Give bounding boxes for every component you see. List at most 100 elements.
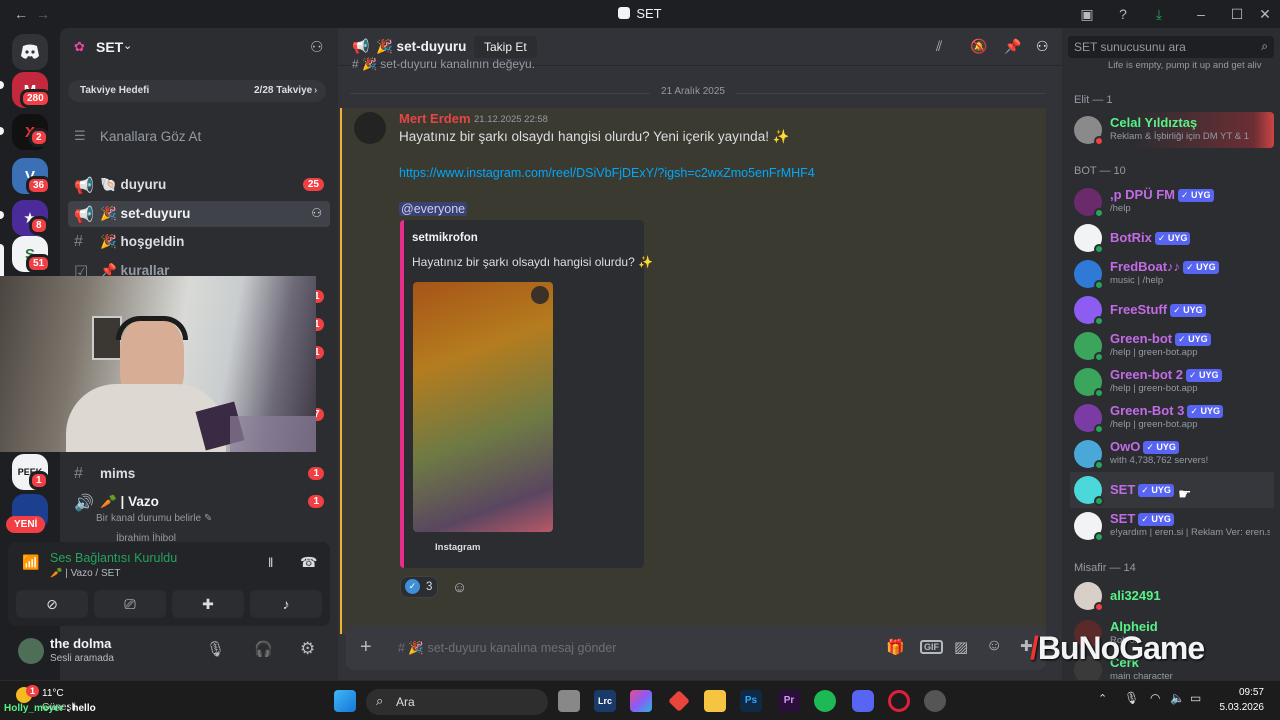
- lightroom-icon[interactable]: Lrc: [594, 690, 616, 712]
- headphones-icon[interactable]: 🎧: [254, 640, 273, 658]
- photoshop-icon[interactable]: Ps: [740, 690, 762, 712]
- new-unreads-pill[interactable]: YENİ: [6, 516, 46, 533]
- signal-icon[interactable]: 📶: [22, 554, 39, 571]
- message-link[interactable]: https://www.instagram.com/reel/DSiVbFjDE…: [399, 166, 815, 180]
- avatar[interactable]: [354, 112, 386, 144]
- anydesk-icon[interactable]: [668, 690, 690, 712]
- add-reaction-icon[interactable]: ☺: [452, 579, 467, 596]
- home-discord-icon[interactable]: [12, 34, 48, 70]
- spotify-icon[interactable]: [814, 690, 836, 712]
- server-search[interactable]: SET sunucusunu ara ⌕: [1068, 36, 1274, 58]
- pencil-icon[interactable]: ✎: [204, 513, 212, 524]
- opera-icon[interactable]: [888, 690, 910, 712]
- reaction-pill[interactable]: ✓ 3: [400, 576, 438, 598]
- status-dot: [1094, 424, 1104, 434]
- download-icon[interactable]: ⤓: [1150, 5, 1168, 23]
- settings-gear-icon[interactable]: ⚙: [300, 639, 315, 659]
- bot-member-item[interactable]: SET ✓ UYG e!yardım | eren.si | Reklam Ver:…: [1070, 508, 1274, 544]
- disconnect-icon[interactable]: ☎: [300, 554, 317, 571]
- embed-provider[interactable]: setmikrofon: [412, 232, 478, 244]
- play-icon[interactable]: [531, 286, 549, 304]
- bot-member-item[interactable]: FreeStuff ✓ UYG: [1070, 292, 1274, 328]
- voice-status-placeholder[interactable]: Bir kanal durumu belirle: [96, 513, 201, 524]
- app-icon[interactable]: [924, 690, 946, 712]
- bot-member-item[interactable]: Green-Bot 3 ✓ UYG/help | green-bot.app: [1070, 400, 1274, 436]
- wifi-icon[interactable]: ◠: [1150, 691, 1160, 705]
- invite-user-icon[interactable]: ⚇: [310, 38, 323, 56]
- activities-button[interactable]: ✚: [172, 590, 244, 618]
- volume-icon[interactable]: 🔈: [1170, 691, 1185, 705]
- speaker-icon: 🔊: [74, 495, 94, 512]
- copilot-icon[interactable]: [630, 690, 652, 712]
- threads-icon[interactable]: ⫽: [936, 38, 942, 55]
- member-item[interactable]: Celal Yıldıztaş Reklam & İşbirliği için …: [1070, 112, 1274, 148]
- close-icon[interactable]: ✕: [1256, 5, 1274, 23]
- noise-suppression-icon[interactable]: ‖: [268, 555, 273, 570]
- server-header[interactable]: ✿ SET ⌄ ⚇: [60, 28, 338, 66]
- soundboard-button[interactable]: ♪: [250, 590, 322, 618]
- screen-share-button[interactable]: ⎚: [94, 590, 166, 618]
- bot-member-item[interactable]: Green-bot ✓ UYG/help | green-bot.app: [1070, 328, 1274, 364]
- bot-member-item[interactable]: ,p DPÜ FM ✓ UYG/help: [1070, 184, 1274, 220]
- channel-hosgeldin[interactable]: # 🎉 hoşgeldin: [68, 229, 330, 255]
- voice-channel-vazo[interactable]: 🔊 🥕 | Vazo 1: [68, 489, 330, 515]
- premiere-icon[interactable]: Pr: [778, 690, 800, 712]
- camera-off-button[interactable]: ⊘: [16, 590, 88, 618]
- member-name: OwO ✓ UYG: [1110, 439, 1179, 454]
- bot-member-item[interactable]: OwO ✓ UYG with 4,738,762 servers!: [1070, 436, 1274, 472]
- channel-mims[interactable]: # mims 1: [68, 461, 330, 487]
- member-activity: e!yardım | eren.si | Reklam Ver: eren.s: [1110, 527, 1270, 538]
- battery-icon[interactable]: ▭: [1190, 691, 1201, 705]
- message-composer[interactable]: + # 🎉 set-duyuru kanalına mesaj gönder 🎁…: [346, 626, 1046, 670]
- bot-member-item[interactable]: BotRix ✓ UYG: [1070, 220, 1274, 256]
- pin-icon[interactable]: 📌: [1004, 38, 1021, 55]
- chevron-down-icon: ⌄: [123, 40, 133, 52]
- taskbar-search[interactable]: ⌕ Ara: [366, 689, 548, 715]
- avatar[interactable]: [18, 638, 44, 664]
- task-view-icon[interactable]: [558, 690, 580, 712]
- mention-badge: 1: [308, 495, 324, 508]
- invite-user-icon[interactable]: ⚇: [311, 206, 322, 220]
- bot-member-item[interactable]: SET ✓ UYG: [1070, 472, 1274, 508]
- clock-date[interactable]: 5.03.2026: [1210, 702, 1265, 713]
- mute-bell-icon[interactable]: 🔕: [970, 38, 987, 55]
- embed-video-thumbnail[interactable]: [413, 282, 553, 532]
- help-icon[interactable]: ?: [1114, 5, 1132, 23]
- member-item[interactable]: ali32491: [1070, 578, 1274, 614]
- app-badge: ✓ UYG: [1170, 304, 1206, 317]
- boost-goal-bar[interactable]: Takviye Hedefi 2/28 Takviye ›: [68, 80, 326, 102]
- attach-plus-icon[interactable]: +: [360, 636, 372, 659]
- weather-temp[interactable]: 11°C: [42, 688, 64, 699]
- microphone-icon[interactable]: 🎙: [1124, 691, 1139, 705]
- channel-label: 🐚 duyuru: [100, 177, 167, 192]
- microphone-icon[interactable]: 🎙: [206, 640, 225, 658]
- bot-member-item[interactable]: FredBoat♪♪ ✓ UYG music | /help: [1070, 256, 1274, 292]
- clock-time[interactable]: 09:57: [1222, 687, 1264, 698]
- message-author[interactable]: Mert Erdem: [399, 111, 471, 126]
- inbox-icon[interactable]: ▣: [1078, 5, 1096, 23]
- search-input[interactable]: SET sunucusunu ara: [1074, 40, 1186, 54]
- gift-icon[interactable]: 🎁: [886, 638, 905, 656]
- maximize-icon[interactable]: ☐: [1228, 5, 1246, 23]
- channel-set-duyuru[interactable]: 📢 🎉 set-duyuru ⚇: [68, 201, 330, 227]
- windows-start-icon[interactable]: [334, 690, 356, 712]
- bot-member-item[interactable]: Green-bot 2 ✓ UYG/help | green-bot.app: [1070, 364, 1274, 400]
- member-name: Celal Yıldıztaş: [1110, 115, 1198, 130]
- follow-button[interactable]: Takip Et: [474, 36, 537, 58]
- chevron-up-icon[interactable]: ⌃: [1098, 692, 1107, 705]
- everyone-mention[interactable]: @everyone: [399, 202, 468, 216]
- sticker-icon[interactable]: ▨: [954, 638, 968, 656]
- minimize-icon[interactable]: –: [1192, 5, 1210, 23]
- message-input[interactable]: # 🎉 set-duyuru kanalına mesaj gönder: [398, 641, 616, 656]
- gif-icon[interactable]: GIF: [920, 640, 943, 654]
- discord-taskbar-icon[interactable]: [852, 690, 874, 712]
- channel-duyuru[interactable]: 📢 🐚 duyuru 25: [68, 172, 330, 198]
- member-name: FreeStuff ✓ UYG: [1110, 302, 1206, 317]
- member-list-icon[interactable]: ⚇: [1036, 38, 1049, 55]
- browse-channels[interactable]: ☰ Kanallara Göz At: [68, 124, 330, 150]
- voice-channel-path[interactable]: 🥕 | Vazo / SET: [50, 568, 120, 579]
- search-icon[interactable]: ⌕: [1261, 39, 1268, 54]
- emoji-icon[interactable]: ☺: [986, 637, 1002, 655]
- file-explorer-icon[interactable]: [704, 690, 726, 712]
- app-badge: ✓ UYG: [1154, 232, 1191, 245]
